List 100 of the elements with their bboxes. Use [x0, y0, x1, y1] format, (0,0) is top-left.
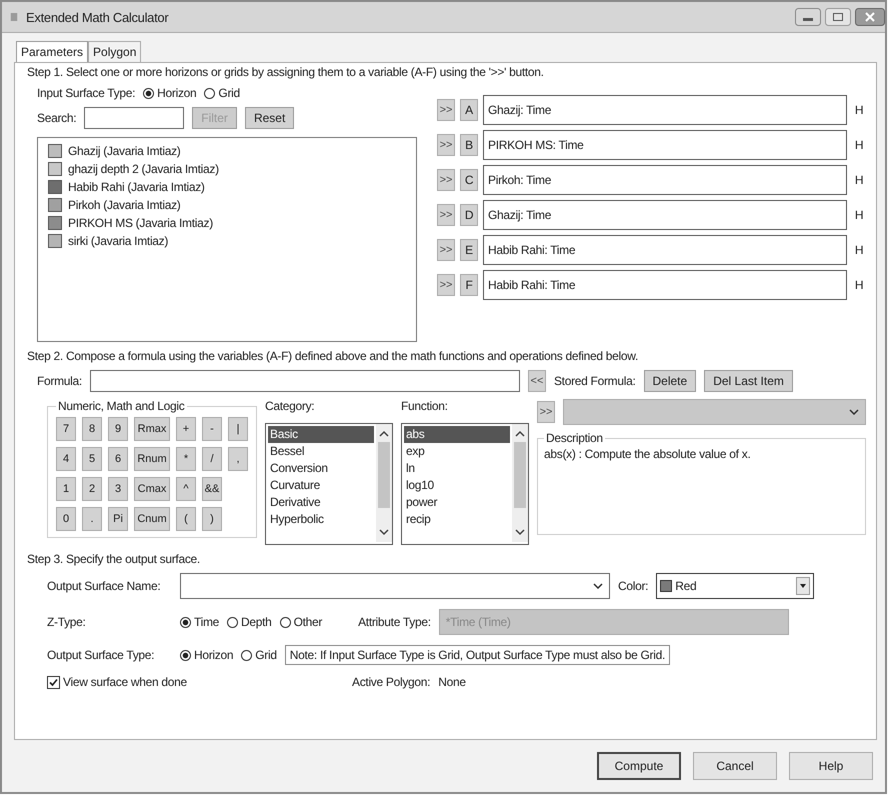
keypad-key[interactable]: Rnum	[134, 447, 170, 471]
field-label: Attribute Type:	[358, 615, 431, 629]
keypad-key[interactable]: *	[176, 447, 196, 471]
radio-option[interactable]: Depth	[227, 615, 272, 629]
list-item[interactable]: Bessel	[268, 443, 374, 460]
list-item[interactable]: ln	[404, 460, 510, 477]
close-icon[interactable]	[855, 8, 885, 26]
assign-button[interactable]: >>	[437, 204, 455, 226]
variable-field[interactable]: Pirkoh: Time	[483, 165, 847, 195]
keypad-key[interactable]: 3	[108, 477, 128, 501]
keypad-key[interactable]: 4	[56, 447, 76, 471]
keypad-key[interactable]: 8	[82, 417, 102, 441]
keypad-key[interactable]: -	[202, 417, 222, 441]
variable-field[interactable]: Habib Rahi: Time	[483, 235, 847, 265]
radio-option[interactable]: Grid	[241, 648, 277, 662]
action-button[interactable]: Delete	[644, 370, 696, 392]
variable-field[interactable]: PIRKOH MS: Time	[483, 130, 847, 160]
action-button[interactable]: Del Last Item	[704, 370, 793, 392]
step-instruction: Step 2. Compose a formula using the variables (A-F) defined above and the math functions and operations defined below.	[27, 349, 639, 363]
radio-icon[interactable]	[241, 650, 252, 660]
keypad-key[interactable]: |	[228, 417, 248, 441]
variable-field[interactable]: Habib Rahi: Time	[483, 270, 847, 300]
scrollbar-drawing[interactable]	[512, 424, 528, 542]
tab[interactable]: Polygon	[88, 41, 142, 62]
radio-icon[interactable]	[204, 88, 216, 98]
radio-option[interactable]: Horizon	[143, 86, 196, 100]
keypad-key[interactable]: (	[176, 507, 196, 531]
radio-option[interactable]: Horizon	[180, 648, 234, 662]
field-label: Output Surface Type:	[47, 648, 156, 662]
list-item[interactable]: log10	[404, 477, 510, 494]
radio-icon[interactable]	[227, 616, 238, 628]
list-item[interactable]: Basic	[268, 426, 374, 443]
color-dropdown[interactable]: Red	[656, 573, 814, 599]
active-polygon-value: None	[438, 675, 466, 689]
keypad-key[interactable]: )	[202, 507, 222, 531]
list-item[interactable]: Derivative	[268, 494, 374, 511]
keypad-key[interactable]: Cmax	[134, 477, 170, 501]
radio-option[interactable]: Grid	[204, 86, 240, 100]
keypad-key[interactable]: 7	[56, 417, 76, 441]
store-button[interactable]: >>	[537, 401, 555, 423]
keypad-key[interactable]: 9	[108, 417, 128, 441]
search-field[interactable]	[84, 107, 184, 129]
type-label: H	[854, 278, 864, 292]
field-label: Output Surface Name:	[47, 579, 162, 593]
maximize-icon[interactable]	[825, 8, 851, 26]
view-checkbox[interactable]: View surface when done	[47, 675, 207, 689]
assign-button[interactable]: >>	[437, 134, 455, 156]
list-item[interactable]: exp	[404, 443, 510, 460]
scrollbar-drawing[interactable]	[376, 424, 392, 542]
keypad-key[interactable]: 2	[82, 477, 102, 501]
radio-icon[interactable]	[280, 616, 291, 628]
assign-button[interactable]: >>	[437, 239, 455, 261]
list-item[interactable]: abs	[404, 426, 510, 443]
keypad-key[interactable]: ,	[228, 447, 248, 471]
tab[interactable]: Parameters	[16, 41, 88, 62]
chevron-down-icon	[849, 409, 859, 415]
keypad-key[interactable]: 5	[82, 447, 102, 471]
keypad-key[interactable]: ^	[176, 477, 196, 501]
list-item[interactable]: Pirkoh (Javaria Imtiaz)	[48, 198, 180, 212]
keypad-key[interactable]: Pi	[108, 507, 128, 531]
output-name-dropdown[interactable]	[180, 573, 610, 599]
assign-button[interactable]: >>	[437, 274, 455, 296]
keypad-key[interactable]: 6	[108, 447, 128, 471]
list-item[interactable]: Hyperbolic	[268, 511, 374, 528]
dialog-button[interactable]: Cancel	[693, 752, 777, 780]
radio-option[interactable]: Time	[180, 615, 220, 629]
group-title: Numeric, Math and Logic	[57, 399, 186, 413]
horizon-name: sirki (Javaria Imtiaz)	[68, 234, 168, 248]
assign-button[interactable]: >>	[437, 169, 455, 191]
keypad-key[interactable]: Rmax	[134, 417, 170, 441]
keypad-key[interactable]: &&	[202, 477, 222, 501]
keypad-key[interactable]: +	[176, 417, 196, 441]
list-item[interactable]: Ghazij (Javaria Imtiaz)	[48, 144, 180, 158]
recall-button[interactable]: <<	[528, 370, 546, 392]
radio-option[interactable]: Other	[280, 615, 322, 629]
keypad-key[interactable]: 1	[56, 477, 76, 501]
variable-field[interactable]: Ghazij: Time	[483, 200, 847, 230]
variable-field[interactable]: Ghazij: Time	[483, 95, 847, 125]
formula-field[interactable]	[90, 370, 520, 392]
dialog-button[interactable]: Help	[789, 752, 873, 780]
horizon-name: Pirkoh (Javaria Imtiaz)	[68, 198, 180, 212]
list-item[interactable]: power	[404, 494, 510, 511]
radio-icon[interactable]	[180, 650, 191, 660]
list-item[interactable]: sirki (Javaria Imtiaz)	[48, 234, 168, 248]
list-item[interactable]: Conversion	[268, 460, 374, 477]
note-text: Note: If Input Surface Type is Grid, Output Surface Type must also be Grid.	[284, 645, 670, 665]
keypad-key[interactable]: .	[82, 507, 102, 531]
radio-icon[interactable]	[143, 88, 154, 98]
checkbox-icon[interactable]	[47, 676, 60, 688]
minimize-icon[interactable]	[795, 8, 821, 26]
keypad-key[interactable]: 0	[56, 507, 76, 531]
list-item[interactable]: Curvature	[268, 477, 374, 494]
keypad-key[interactable]: /	[202, 447, 222, 471]
action-button[interactable]: Reset	[244, 107, 294, 129]
keypad-key[interactable]: Cnum	[134, 507, 170, 531]
assign-button[interactable]: >>	[437, 99, 455, 121]
dialog-button[interactable]: Compute	[597, 752, 681, 780]
field-label: Stored Formula:	[554, 374, 636, 388]
radio-icon[interactable]	[180, 616, 191, 628]
list-item[interactable]: recip	[404, 511, 510, 528]
